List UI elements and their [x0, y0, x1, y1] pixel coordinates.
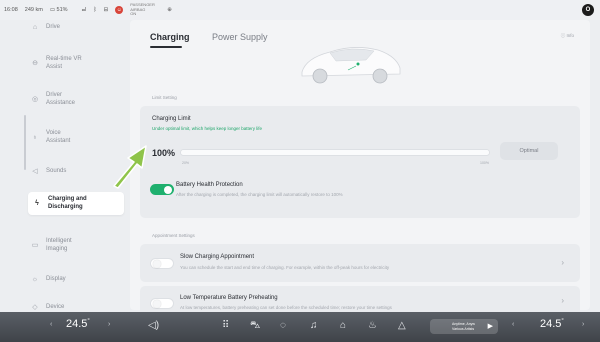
car-illustration: [301, 47, 401, 84]
location-icon: ⊕: [167, 7, 172, 13]
slider-max-label: 100%: [480, 161, 489, 165]
temp-up-right-icon[interactable]: ›: [582, 321, 584, 328]
sidebar-item-drive[interactable]: ⌂ Drive: [30, 24, 126, 32]
sidebar-scrollbar[interactable]: [24, 115, 26, 170]
toggle-knob: [152, 260, 161, 268]
charging-limit-slider[interactable]: [180, 149, 490, 156]
optimal-button[interactable]: Optimal: [500, 142, 558, 160]
chevron-right-icon[interactable]: ›: [561, 296, 564, 305]
sidebar-item-display[interactable]: ☼ Display: [30, 276, 126, 284]
sidebar-item-driver-assistance[interactable]: ◎ Driver Assistance: [30, 92, 126, 107]
defrost-icon[interactable]: ♨: [368, 320, 377, 331]
status-bar: 16:08 249 km ▭ 51% ⴰl ᛒ ⊟ ☺ PASSENGER AI…: [0, 0, 600, 20]
charging-limit-title: Charging Limit: [152, 116, 191, 122]
slow-charging-toggle[interactable]: [150, 258, 174, 269]
toggle-knob: [164, 185, 172, 194]
low-temp-subtitle: At low temperatures, battery preheating …: [180, 305, 392, 310]
bluetooth-icon: ᛒ: [93, 7, 97, 13]
section-limit-setting: Limit Setting: [152, 95, 177, 100]
section-appointment-settings: Appointment Settings: [152, 233, 195, 238]
media-title: Anytime, Anyw Various Artists: [452, 322, 475, 331]
low-temp-toggle[interactable]: [150, 298, 174, 309]
charging-icon: ϟ: [35, 199, 39, 207]
sidebar-item-device[interactable]: ◇ Device: [30, 304, 126, 312]
tab-power-supply[interactable]: Power Supply: [212, 32, 268, 42]
right-temperature[interactable]: 24.5°: [540, 318, 564, 330]
charging-limit-value: 100%: [152, 148, 176, 158]
sidebar-item-charging[interactable]: ϟ Charging and Discharging: [28, 192, 124, 215]
slow-charging-title: Slow Charging Appointment: [180, 254, 255, 260]
toggle-knob: [152, 300, 161, 308]
apps-grid-icon[interactable]: ⠿: [222, 320, 229, 331]
imaging-icon: ▭: [31, 241, 39, 249]
media-mini-player[interactable]: Anytime, Anyw Various Artists ▶: [430, 319, 498, 334]
battery-health-title: Battery Health Protection: [176, 182, 243, 188]
slow-charging-card[interactable]: Slow Charging Appointment You can schedu…: [140, 244, 580, 282]
voice-icon: ♁: [32, 133, 38, 141]
music-icon[interactable]: ♫: [310, 320, 318, 331]
battery-health-toggle[interactable]: [150, 184, 174, 195]
profile-icon[interactable]: O: [582, 4, 594, 16]
slow-charging-subtitle: You can schedule the start and end time …: [180, 265, 390, 270]
sidebar-item-vr-assist[interactable]: ⊖ Real-time VR Assist: [30, 56, 126, 71]
clock: 16:08: [4, 7, 18, 13]
camera-360-icon[interactable]: ◌: [280, 320, 286, 331]
bottom-dock: ‹ 24.5° › ◁) ⠿ ⛍ ◌ ♫ ⌂ ♨ △ Anytime, Anyw…: [0, 312, 600, 342]
navigation-icon[interactable]: △: [398, 320, 406, 331]
charging-limit-card: Charging Limit Under optimal limit, whic…: [140, 106, 580, 218]
temp-down-right-icon[interactable]: ‹: [512, 321, 514, 328]
display-icon: ☼: [31, 276, 39, 283]
charging-settings-panel: Charging Power Supply ⓘ Info Limit Setti…: [130, 20, 590, 316]
car-control-icon[interactable]: ⛍: [250, 320, 260, 333]
passenger-airbag-indicator: ☺ PASSENGER AIRBAG ON: [115, 2, 155, 17]
play-icon[interactable]: ▶: [488, 322, 493, 330]
sim-icon: ⊟: [103, 7, 109, 13]
device-icon: ◇: [32, 304, 38, 311]
info-button[interactable]: ⓘ Info: [561, 33, 574, 39]
battery-health-subtitle: After the charging is completed, the cha…: [176, 192, 343, 197]
vr-assist-icon: ⊖: [32, 59, 38, 67]
annotation-arrow-icon: [113, 145, 147, 189]
low-temp-title: Low Temperature Battery Preheating: [180, 295, 278, 301]
airbag-icon: ☺: [115, 6, 124, 14]
drive-icon: ⌂: [32, 24, 38, 31]
tab-underline: [150, 46, 182, 48]
chevron-right-icon[interactable]: ›: [561, 258, 564, 267]
left-temperature[interactable]: 24.5°: [66, 318, 90, 330]
temp-down-left-icon[interactable]: ‹: [50, 321, 52, 328]
home-icon[interactable]: ⌂: [340, 320, 346, 331]
charging-limit-subtitle: Under optimal limit, which helps keep lo…: [152, 126, 263, 131]
temp-up-left-icon[interactable]: ›: [108, 321, 110, 328]
battery-indicator: ▭ 51%: [49, 7, 68, 13]
slider-min-label: 20%: [182, 161, 190, 165]
speaker-icon: ◁: [32, 168, 38, 175]
signal-icon: ⴰl: [81, 7, 87, 13]
sidebar-item-intelligent-imaging[interactable]: ▭ Intelligent Imaging: [30, 238, 126, 253]
tab-charging[interactable]: Charging: [150, 32, 190, 42]
charging-limit-fill: [181, 150, 489, 155]
volume-icon[interactable]: ◁): [148, 320, 159, 331]
range-indicator: 249 km: [24, 7, 43, 13]
driver-assist-icon: ◎: [31, 95, 39, 103]
